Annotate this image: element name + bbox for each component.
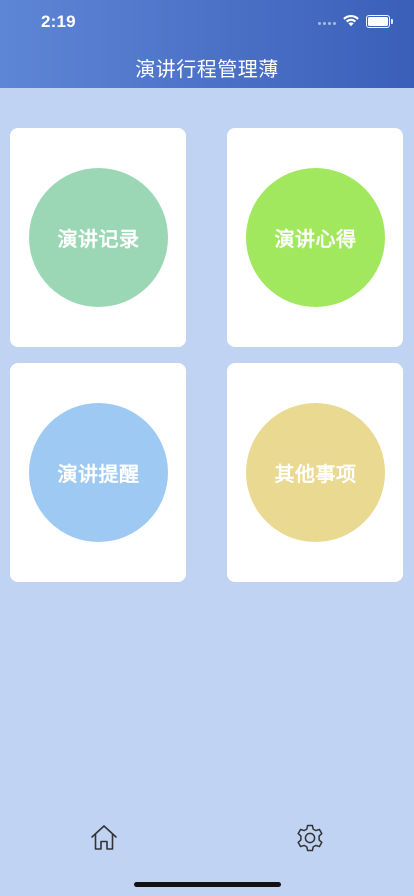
card-speech-records[interactable]: 演讲记录 — [10, 128, 186, 347]
card-other-items[interactable]: 其他事项 — [227, 363, 403, 582]
status-bar: 2:19 — [0, 0, 414, 44]
home-indicator[interactable] — [134, 882, 281, 887]
card-speech-reminders[interactable]: 演讲提醒 — [10, 363, 186, 582]
speech-insights-button[interactable]: 演讲心得 — [246, 168, 385, 307]
home-icon — [91, 825, 117, 850]
header: 2:19 演讲行程管理薄 — [0, 0, 414, 88]
card-speech-insights[interactable]: 演讲心得 — [227, 128, 403, 347]
tab-bar — [0, 810, 414, 866]
speech-reminders-button[interactable]: 演讲提醒 — [29, 403, 168, 542]
gear-icon — [297, 824, 323, 852]
tab-home[interactable] — [88, 822, 120, 854]
signal-icon — [318, 22, 338, 28]
other-items-button[interactable]: 其他事项 — [246, 403, 385, 542]
tab-settings[interactable] — [294, 822, 326, 854]
battery-icon — [366, 15, 393, 28]
wifi-icon — [343, 14, 359, 27]
page-title: 演讲行程管理薄 — [135, 57, 279, 81]
speech-records-button[interactable]: 演讲记录 — [29, 168, 168, 307]
status-time: 2:19 — [41, 12, 76, 31]
